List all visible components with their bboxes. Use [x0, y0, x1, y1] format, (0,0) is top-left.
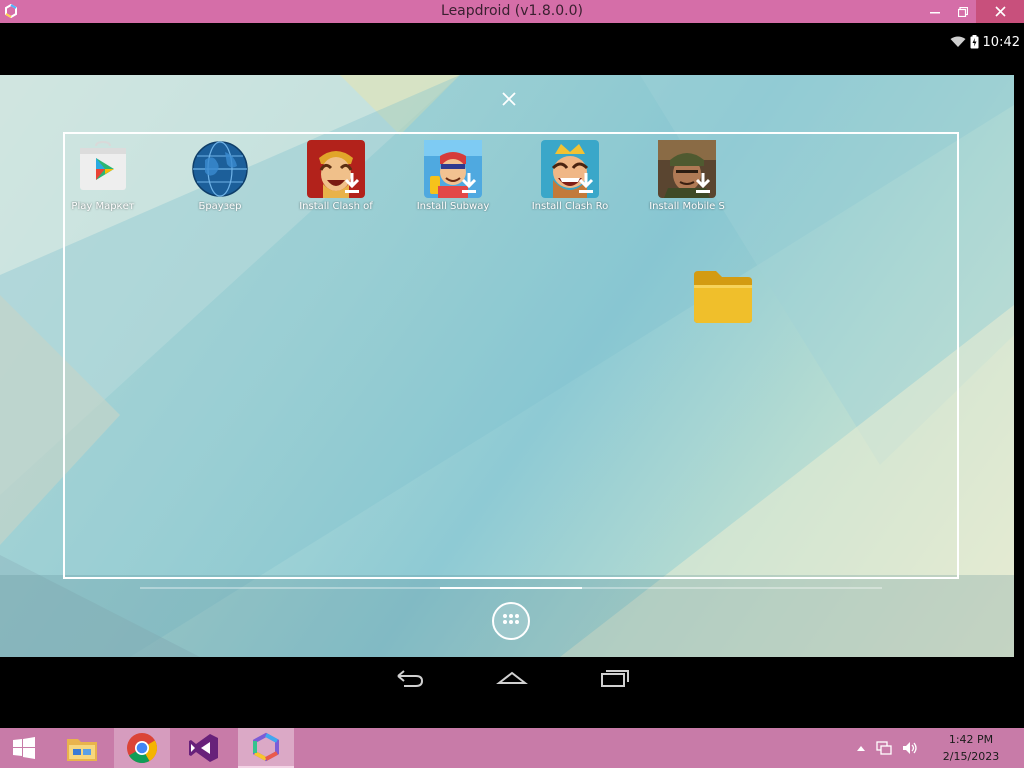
folder-icon[interactable] [692, 269, 754, 325]
window-title: Leapdroid (v1.8.0.0) [441, 3, 583, 19]
browser-globe-icon [192, 141, 248, 197]
download-arrow-icon [344, 173, 360, 193]
minimize-button[interactable] [920, 0, 950, 23]
file-explorer-icon [67, 739, 97, 761]
app-label: Install Clash of [299, 201, 373, 212]
page-indicator [140, 587, 882, 589]
volume-icon[interactable] [902, 741, 918, 755]
app-browser[interactable]: Браузер [170, 140, 270, 212]
app-grid-icon [503, 614, 519, 624]
show-hidden-icons-icon[interactable] [856, 744, 866, 752]
chrome-icon [127, 733, 157, 764]
network-icon[interactable] [876, 741, 892, 755]
status-time: 10:42 [982, 34, 1020, 50]
close-edit-icon[interactable] [499, 89, 519, 109]
app-play-market[interactable]: Play Маркет [53, 140, 153, 212]
recent-apps-icon[interactable] [598, 666, 632, 690]
taskbar-file-explorer[interactable] [54, 728, 110, 768]
download-arrow-icon [695, 173, 711, 193]
close-icon [994, 6, 1006, 17]
download-arrow-icon [578, 173, 594, 193]
taskbar-chrome[interactable] [114, 728, 170, 768]
app-install-clash-royale[interactable]: Install Clash Ro [520, 140, 620, 212]
app-install-mobile-strike[interactable]: Install Mobile S [637, 140, 737, 212]
download-arrow-icon [461, 173, 477, 193]
start-button[interactable] [0, 728, 48, 768]
leapdroid-window: Leapdroid (v1.8.0.0) 10:42 Play Маркет Б… [0, 0, 1024, 768]
app-label: Install Clash Ro [531, 201, 609, 212]
system-tray: 1:42 PM 2/15/2023 [856, 728, 1024, 768]
home-icon[interactable] [495, 666, 529, 690]
clock-date: 2/15/2023 [942, 750, 1000, 763]
app-label: Install Subway [416, 201, 490, 212]
app-label: Install Mobile S [649, 201, 725, 212]
taskbar-leapdroid[interactable] [238, 728, 294, 768]
windows-start-icon [13, 737, 35, 759]
taskbar-clock[interactable]: 1:42 PM 2/15/2023 [932, 731, 1010, 765]
leapdroid-icon [253, 732, 279, 762]
app-install-subway-surfers[interactable]: Install Subway [403, 140, 503, 212]
all-apps-button[interactable] [492, 602, 530, 640]
back-icon[interactable] [392, 666, 426, 690]
app-label: Браузер [198, 201, 242, 212]
android-status-bar: 10:42 [950, 34, 1020, 50]
app-install-clash-of-clans[interactable]: Install Clash of [286, 140, 386, 212]
clock-time: 1:42 PM [948, 733, 994, 746]
battery-charging-icon [970, 35, 979, 49]
app-label: Play Маркет [71, 201, 135, 212]
play-store-icon [80, 140, 126, 190]
page-indicator-active [440, 587, 582, 589]
android-top-strip [0, 23, 1024, 75]
visual-studio-icon [189, 734, 218, 762]
minimize-icon [930, 11, 940, 13]
android-right-strip [1014, 75, 1024, 675]
wifi-icon [950, 36, 966, 47]
taskbar-visual-studio[interactable] [176, 728, 232, 768]
title-bar[interactable]: Leapdroid (v1.8.0.0) [0, 0, 1024, 23]
restore-button[interactable] [948, 0, 978, 23]
restore-icon [958, 6, 968, 17]
close-button[interactable] [976, 0, 1024, 23]
